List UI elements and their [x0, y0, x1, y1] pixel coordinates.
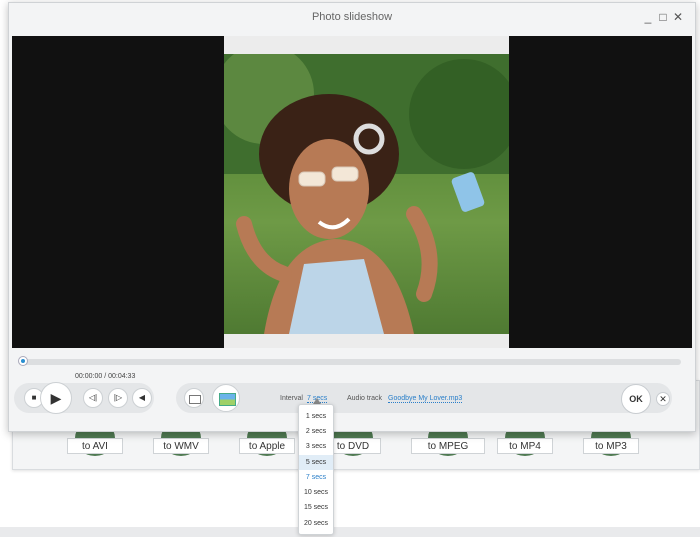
convert-mpeg-label: to MPEG: [411, 438, 485, 454]
play-icon: ▶: [50, 390, 62, 406]
woman-photo-illustration: [224, 54, 509, 334]
slide-photo: [224, 54, 509, 334]
titlebar: Photo slideshow _ □ ✕: [9, 3, 695, 33]
cancel-button[interactable]: ✕: [656, 392, 670, 406]
interval-option[interactable]: 3 secs: [299, 439, 333, 454]
convert-mp3-label: to MP3: [583, 438, 639, 454]
video-preview: [12, 36, 692, 348]
next-frame-icon: |▷: [113, 393, 123, 402]
window-close-button[interactable]: ✕: [672, 10, 684, 24]
play-button[interactable]: ▶: [40, 382, 72, 414]
volume-icon: ◀: [138, 393, 146, 402]
interval-label: Interval: [280, 395, 303, 402]
minimize-button[interactable]: _: [642, 10, 654, 24]
interval-option[interactable]: 10 secs: [299, 485, 333, 500]
add-images-button[interactable]: [184, 388, 204, 408]
status-strip: [0, 527, 700, 537]
seek-handle[interactable]: [18, 356, 28, 366]
audio-track-link[interactable]: Goodbye My Lover.mp3: [388, 395, 463, 403]
interval-option[interactable]: 20 secs: [299, 516, 333, 531]
slide-frame: [224, 36, 509, 348]
convert-apple-label: to Apple: [239, 438, 295, 454]
audio-track-label: Audio track: [347, 395, 383, 402]
interval-dropdown: 1 secs 2 secs 3 secs 5 secs 7 secs 10 se…: [298, 404, 334, 535]
convert-wmv-label: to WMV: [153, 438, 209, 454]
interval-option[interactable]: 2 secs: [299, 424, 333, 439]
stop-icon: ■: [31, 393, 37, 402]
ok-button[interactable]: OK: [621, 384, 651, 414]
maximize-button[interactable]: □: [657, 10, 669, 24]
slide-image-button[interactable]: [212, 384, 240, 412]
interval-option-highlighted[interactable]: 5 secs: [299, 455, 333, 470]
volume-button[interactable]: ◀: [132, 388, 152, 408]
window-title: Photo slideshow: [311, 11, 393, 23]
interval-option[interactable]: 1 secs: [299, 409, 333, 424]
interval-option-current[interactable]: 7 secs: [299, 470, 333, 485]
convert-mp4-label: to MP4: [497, 438, 553, 454]
prev-frame-button[interactable]: ◁|: [83, 388, 103, 408]
timecode: 00:00:00 / 00:04:33: [75, 373, 136, 380]
photo-slideshow-dialog: Photo slideshow _ □ ✕: [8, 2, 696, 432]
convert-avi-label: to AVI: [67, 438, 123, 454]
seek-bar[interactable]: [21, 359, 681, 365]
next-frame-button[interactable]: |▷: [108, 388, 128, 408]
interval-option[interactable]: 15 secs: [299, 500, 333, 515]
prev-frame-icon: ◁|: [88, 393, 98, 402]
